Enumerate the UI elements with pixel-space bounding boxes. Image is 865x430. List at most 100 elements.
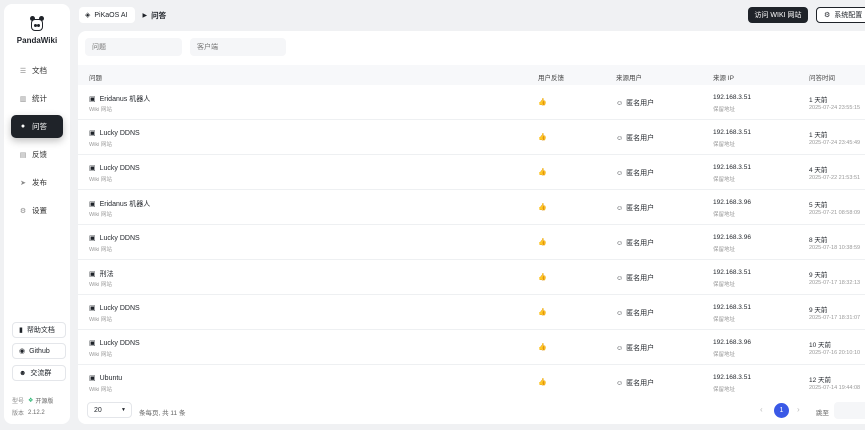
- ip-location: 保留地址: [713, 177, 736, 183]
- question-cell[interactable]: ▣ Lucky DDNS: [89, 129, 140, 138]
- version-info: 版本 2.12.2: [12, 408, 45, 418]
- column-ip: 来源 IP: [713, 75, 734, 82]
- ip-address: 192.168.3.51: [713, 269, 751, 276]
- opensource-icon: ❖: [28, 398, 34, 404]
- sidebar-item-qa[interactable]: ● 问答: [11, 115, 63, 138]
- column-user: 来源用户: [616, 75, 642, 82]
- brand-logo[interactable]: PandaWiki: [4, 16, 70, 45]
- datetime: 2025-07-14 19:44:08: [809, 385, 861, 391]
- workspace-selector[interactable]: ◈ PiKaOS AI: [79, 7, 136, 23]
- workspace-name: PiKaOS AI: [94, 11, 128, 19]
- sidebar-item-stats[interactable]: ▥ 统计: [11, 87, 63, 110]
- relative-time: 10 天前: [809, 342, 832, 349]
- user-cell: ☺ 匿名用户: [616, 203, 654, 213]
- sidebar-item-docs[interactable]: ☰ 文档: [11, 59, 63, 82]
- chevron-right-icon[interactable]: ›: [797, 405, 800, 414]
- community-button[interactable]: ☻ 交流群: [12, 365, 66, 381]
- question-filter-input[interactable]: [85, 38, 182, 56]
- github-label: Github: [29, 347, 50, 355]
- client-filter-input[interactable]: [190, 38, 286, 56]
- thumbs-up-icon[interactable]: 👍: [538, 133, 547, 141]
- page-info: 条每页, 共 11 条: [139, 410, 186, 417]
- table-row[interactable]: ▣ Lucky DDNS Wiki 网站 👍 ☺ 匿名用户 192.168.3.96…: [78, 330, 865, 365]
- page-number-button[interactable]: 1: [774, 403, 789, 418]
- table-row[interactable]: ▣ 刑法 Wiki 网站 👍 ☺ 匿名用户 192.168.3.51 保留地址 9 …: [78, 260, 865, 295]
- stats-icon: ▥: [19, 95, 27, 103]
- github-button[interactable]: ◉ Github: [12, 343, 66, 359]
- question-text: Lucky DDNS: [99, 129, 140, 137]
- chevron-right-icon: ▶: [142, 12, 148, 19]
- question-cell[interactable]: ▣ Eridanus 机器人: [89, 94, 150, 104]
- datetime: 2025-07-18 10:38:59: [809, 245, 861, 251]
- thumbs-up-icon[interactable]: 👍: [538, 343, 547, 351]
- user-cell: ☺ 匿名用户: [616, 98, 654, 108]
- datetime: 2025-07-21 08:58:09: [809, 210, 861, 216]
- question-source: Wiki 网站: [89, 352, 112, 358]
- anonymous-user-icon: ☺: [616, 204, 624, 212]
- ip-location: 保留地址: [713, 317, 736, 323]
- anonymous-user-icon: ☺: [616, 309, 624, 317]
- system-config-button[interactable]: ⚙ 系统配置: [816, 7, 865, 23]
- sidebar-item-publish[interactable]: ➤ 发布: [11, 171, 63, 194]
- question-cell[interactable]: ▣ 刑法: [89, 269, 114, 279]
- thumbs-up-icon[interactable]: 👍: [538, 168, 547, 176]
- feedback-icon: ▤: [19, 151, 27, 159]
- datetime: 2025-07-17 18:31:07: [809, 315, 861, 321]
- thumbs-up-icon[interactable]: 👍: [538, 273, 547, 281]
- question-source: Wiki 网站: [89, 317, 112, 323]
- gear-icon: ⚙: [824, 12, 831, 19]
- ip-location: 保留地址: [713, 352, 736, 358]
- thumbs-up-icon[interactable]: 👍: [538, 378, 547, 386]
- user-name: 匿名用户: [626, 170, 655, 177]
- page-size-select[interactable]: 20 ▼: [87, 402, 132, 418]
- datetime: 2025-07-22 21:53:51: [809, 175, 861, 181]
- help-docs-label: 帮助文档: [26, 327, 55, 334]
- workspace-icon: ◈: [85, 12, 91, 19]
- datetime: 2025-07-17 18:32:13: [809, 280, 861, 286]
- user-cell: ☺ 匿名用户: [616, 343, 654, 353]
- question-cell[interactable]: ▣ Ubuntu: [89, 374, 123, 383]
- question-cell[interactable]: ▣ Eridanus 机器人: [89, 199, 150, 209]
- table-row[interactable]: ▣ Lucky DDNS Wiki 网站 👍 ☺ 匿名用户 192.168.3.51…: [78, 295, 865, 330]
- question-cell[interactable]: ▣ Lucky DDNS: [89, 164, 140, 173]
- question-cell[interactable]: ▣ Lucky DDNS: [89, 234, 140, 243]
- sidebar-item-feedback[interactable]: ▤ 反馈: [11, 143, 63, 166]
- pagination: 20 ▼ 条每页, 共 11 条 ‹ 1 › 跳至: [78, 395, 865, 424]
- edition-key: 型号: [12, 399, 25, 405]
- ip-location: 保留地址: [713, 212, 736, 218]
- question-cell[interactable]: ▣ Lucky DDNS: [89, 339, 140, 348]
- chevron-left-icon[interactable]: ‹: [760, 405, 763, 414]
- thumbs-up-icon[interactable]: 👍: [538, 98, 547, 106]
- document-icon: ☰: [19, 67, 27, 75]
- user-cell: ☺ 匿名用户: [616, 308, 654, 318]
- question-cell[interactable]: ▣ Lucky DDNS: [89, 304, 140, 313]
- robot-icon: ▣: [89, 271, 96, 278]
- table-row[interactable]: ▣ Lucky DDNS Wiki 网站 👍 ☺ 匿名用户 192.168.3.96…: [78, 225, 865, 260]
- thumbs-up-icon[interactable]: 👍: [538, 203, 547, 211]
- help-docs-button[interactable]: ▮ 帮助文档: [12, 322, 66, 338]
- settings-icon: ⚙: [19, 207, 27, 215]
- table-row[interactable]: ▣ Lucky DDNS Wiki 网站 👍 ☺ 匿名用户 192.168.3.51…: [78, 120, 865, 155]
- user-cell: ☺ 匿名用户: [616, 133, 654, 143]
- anonymous-user-icon: ☺: [616, 344, 624, 352]
- user-name: 匿名用户: [626, 205, 655, 212]
- question-source: Wiki 网站: [89, 177, 112, 183]
- visit-wiki-button[interactable]: 访问 WIKI 网站: [748, 7, 808, 23]
- table-row[interactable]: ▣ Eridanus 机器人 Wiki 网站 👍 ☺ 匿名用户 192.168.3.…: [78, 85, 865, 120]
- question-source: Wiki 网站: [89, 282, 112, 288]
- thumbs-up-icon[interactable]: 👍: [538, 308, 547, 316]
- sidebar-item-settings[interactable]: ⚙ 设置: [11, 199, 63, 222]
- edition-value: 开源版: [35, 399, 54, 405]
- anonymous-user-icon: ☺: [616, 99, 624, 107]
- robot-icon: ▣: [89, 130, 96, 137]
- user-name: 匿名用户: [626, 345, 655, 352]
- goto-page-input[interactable]: [834, 402, 865, 419]
- table-row[interactable]: ▣ Eridanus 机器人 Wiki 网站 👍 ☺ 匿名用户 192.168.3.…: [78, 190, 865, 225]
- question-text: 刑法: [99, 271, 114, 278]
- question-text: Ubuntu: [99, 374, 123, 382]
- question-text: Lucky DDNS: [99, 234, 140, 242]
- thumbs-up-icon[interactable]: 👍: [538, 238, 547, 246]
- user-name: 匿名用户: [626, 240, 655, 247]
- table-row[interactable]: ▣ Lucky DDNS Wiki 网站 👍 ☺ 匿名用户 192.168.3.51…: [78, 155, 865, 190]
- brand-name: PandaWiki: [16, 36, 58, 45]
